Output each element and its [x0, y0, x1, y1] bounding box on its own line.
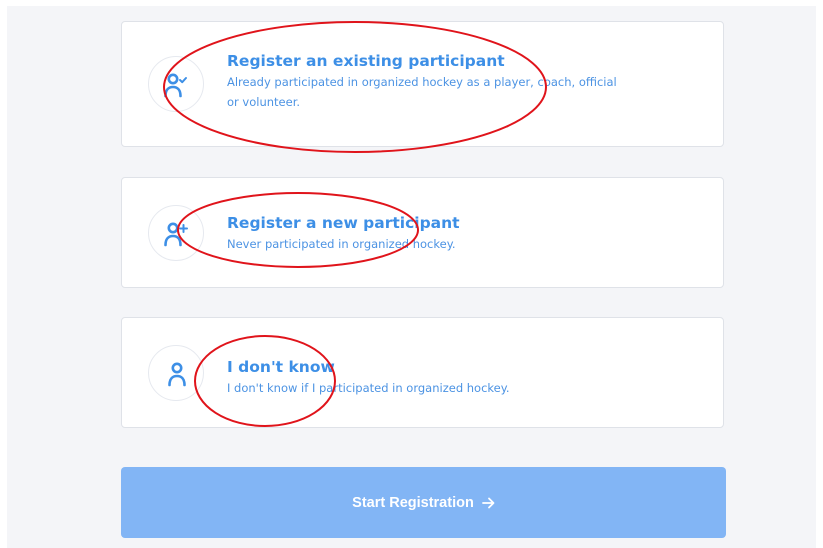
option-text: Register a new participant Never partici…	[227, 212, 627, 254]
option-description: Already participated in organized hockey…	[227, 75, 617, 109]
option-description: Never participated in organized hockey.	[227, 237, 456, 251]
option-dont-know[interactable]: I don't know I don't know if I participa…	[121, 317, 724, 428]
arrow-right-icon	[481, 497, 495, 508]
option-new-participant[interactable]: Register a new participant Never partici…	[121, 177, 724, 288]
option-text: I don't know I don't know if I participa…	[227, 356, 627, 398]
option-description: I don't know if I participated in organi…	[227, 381, 510, 395]
person-icon	[148, 345, 204, 401]
start-registration-button[interactable]: Start Registration	[121, 467, 726, 538]
option-existing-participant[interactable]: Register an existing participant Already…	[121, 21, 724, 147]
option-title: Register a new participant	[227, 214, 460, 232]
person-plus-icon	[148, 205, 204, 261]
option-text: Register an existing participant Already…	[227, 50, 627, 112]
person-check-icon	[148, 56, 204, 112]
option-title: Register an existing participant	[227, 52, 505, 70]
option-title: I don't know	[227, 358, 335, 376]
start-registration-label: Start Registration	[352, 494, 474, 511]
